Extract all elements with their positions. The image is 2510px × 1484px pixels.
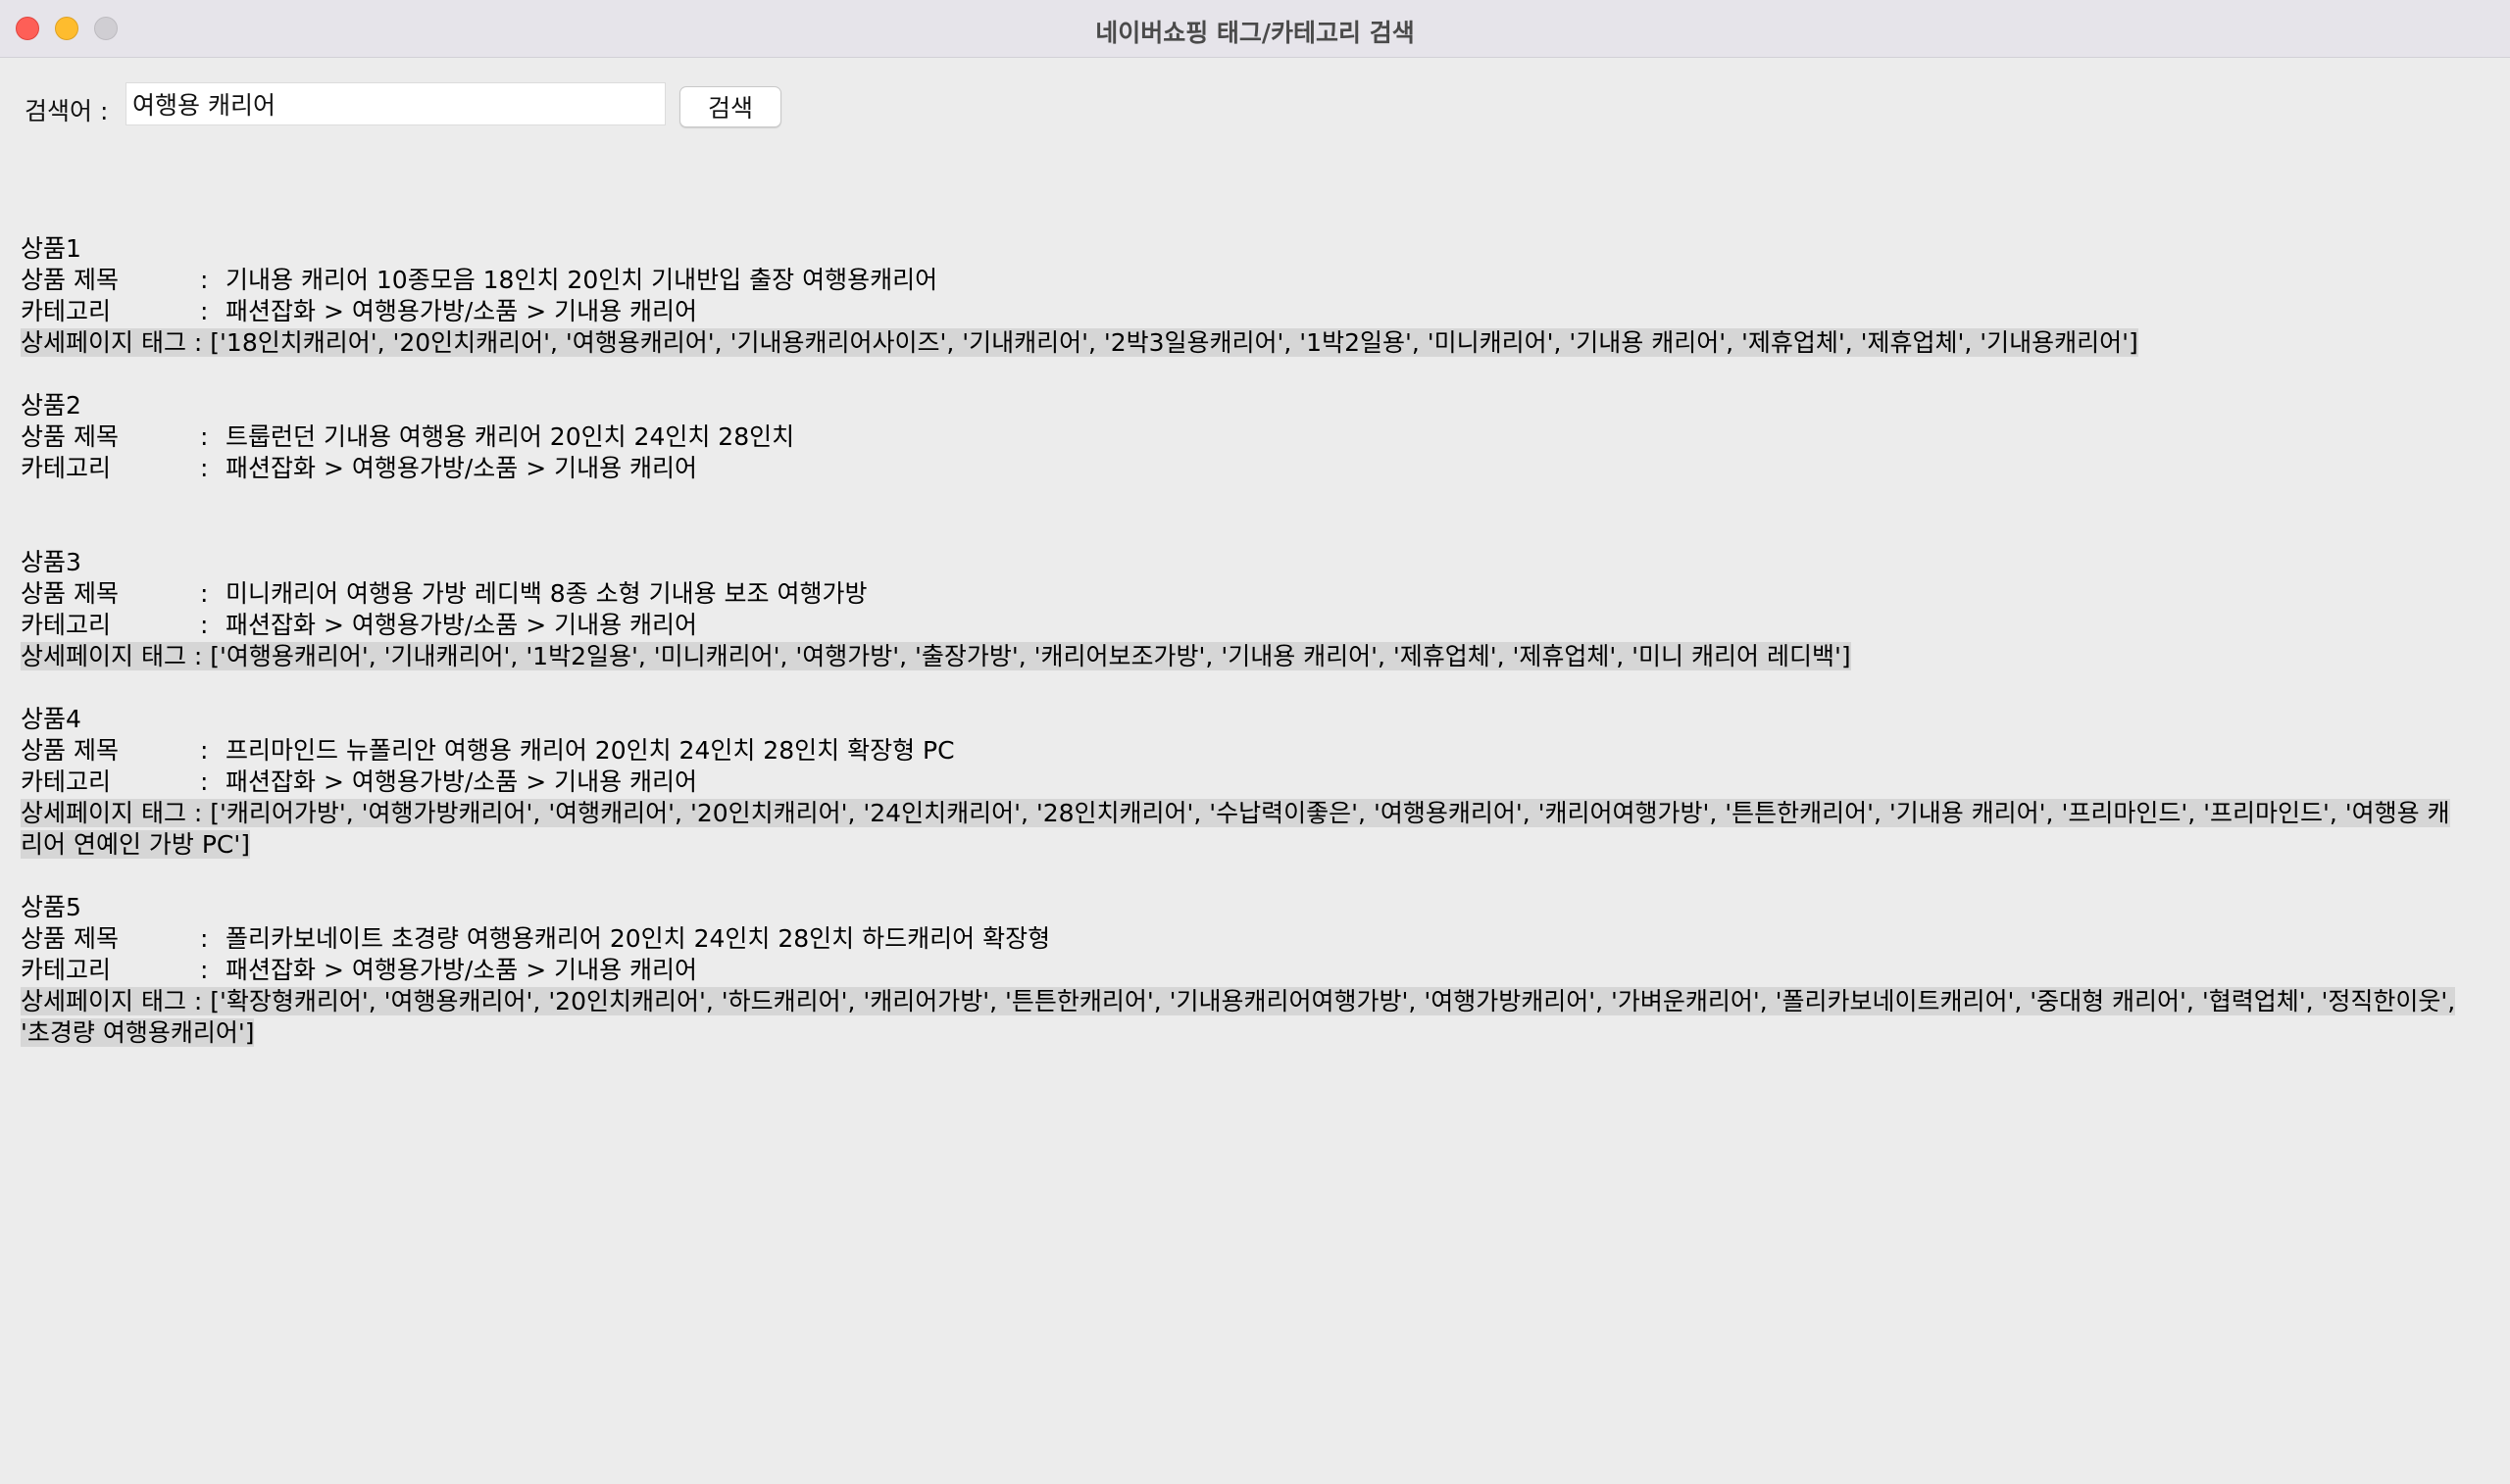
category-label: 카테고리	[21, 767, 112, 796]
product-heading: 상품1	[21, 234, 81, 263]
product-title: 기내용 캐리어 10종모음 18인치 20인치 기내반입 출장 여행용캐리어	[226, 266, 938, 294]
category-label: 카테고리	[21, 611, 112, 639]
product-title-row: 상품 제목 : 프리마인드 뉴폴리안 여행용 캐리어 20인치 24인치 28인…	[21, 735, 2472, 767]
product-tags-row: 상세페이지 태그 : ['여행용캐리어', '기내캐리어', '1박2일용', …	[21, 641, 2472, 672]
tags-label: 상세페이지 태그 :	[21, 328, 203, 357]
product-tags: ['확장형캐리어', '여행용캐리어', '20인치캐리어', '하드캐리어',…	[21, 987, 2456, 1047]
product-category: 패션잡화 > 여행용가방/소품 > 기내용 캐리어	[226, 767, 698, 796]
product-tags-row: 상세페이지 태그 : ['캐리어가방', '여행가방캐리어', '여행캐리어',…	[21, 798, 2472, 861]
product-1: 상품1 상품 제목 : 기내용 캐리어 10종모음 18인치 20인치 기내반입…	[21, 233, 2472, 359]
separator: :	[200, 736, 209, 765]
category-label: 카테고리	[21, 454, 112, 482]
product-category-row: 카테고리 : 패션잡화 > 여행용가방/소품 > 기내용 캐리어	[21, 296, 2472, 327]
title-label: 상품 제목	[21, 422, 119, 451]
product-4: 상품4 상품 제목 : 프리마인드 뉴폴리안 여행용 캐리어 20인치 24인치…	[21, 704, 2472, 861]
product-5: 상품5 상품 제목 : 폴리카보네이트 초경량 여행용캐리어 20인치 24인치…	[21, 892, 2472, 1049]
title-label: 상품 제목	[21, 924, 119, 953]
product-heading: 상품4	[21, 705, 81, 733]
separator: :	[200, 266, 209, 294]
separator: :	[200, 422, 209, 451]
search-label: 검색어 :	[25, 97, 109, 125]
product-2: 상품2 상품 제목 : 트룹런던 기내용 여행용 캐리어 20인치 24인치 2…	[21, 390, 2472, 516]
search-button[interactable]: 검색	[679, 86, 781, 127]
separator: :	[200, 579, 209, 608]
product-category: 패션잡화 > 여행용가방/소품 > 기내용 캐리어	[226, 454, 698, 482]
separator: :	[200, 767, 209, 796]
product-category: 패션잡화 > 여행용가방/소품 > 기내용 캐리어	[226, 611, 698, 639]
product-tags: ['여행용캐리어', '기내캐리어', '1박2일용', '미니캐리어', '여…	[210, 642, 1851, 670]
product-tags: ['18인치캐리어', '20인치캐리어', '여행용캐리어', '기내용캐리어…	[210, 328, 2138, 357]
product-category-row: 카테고리 : 패션잡화 > 여행용가방/소품 > 기내용 캐리어	[21, 453, 2472, 484]
results-area: 상품1 상품 제목 : 기내용 캐리어 10종모음 18인치 20인치 기내반입…	[21, 233, 2472, 1049]
product-title: 미니캐리어 여행용 가방 레디백 8종 소형 기내용 보조 여행가방	[226, 579, 868, 608]
category-label: 카테고리	[21, 956, 112, 984]
window-title: 네이버쇼핑 태그/카테고리 검색	[1095, 19, 1415, 47]
tags-label: 상세페이지 태그 :	[21, 642, 203, 670]
title-label: 상품 제목	[21, 736, 119, 765]
empty-tags-row	[21, 484, 2472, 516]
product-title-row: 상품 제목 : 트룹런던 기내용 여행용 캐리어 20인치 24인치 28인치	[21, 421, 2472, 453]
tags-label: 상세페이지 태그 :	[21, 987, 203, 1015]
separator: :	[200, 956, 209, 984]
title-label: 상품 제목	[21, 579, 119, 608]
product-category-row: 카테고리 : 패션잡화 > 여행용가방/소품 > 기내용 캐리어	[21, 767, 2472, 798]
app-window: 네이버쇼핑 태그/카테고리 검색 검색어 : 검색 상품1 상품 제목 : 기내…	[0, 0, 2510, 1484]
product-category: 패션잡화 > 여행용가방/소품 > 기내용 캐리어	[226, 297, 698, 325]
product-category-row: 카테고리 : 패션잡화 > 여행용가방/소품 > 기내용 캐리어	[21, 610, 2472, 641]
product-heading: 상품3	[21, 548, 81, 576]
tags-label: 상세페이지 태그 :	[21, 799, 203, 827]
product-title-row: 상품 제목 : 기내용 캐리어 10종모음 18인치 20인치 기내반입 출장 …	[21, 265, 2472, 296]
product-title: 폴리카보네이트 초경량 여행용캐리어 20인치 24인치 28인치 하드캐리어 …	[226, 924, 1051, 953]
product-title: 프리마인드 뉴폴리안 여행용 캐리어 20인치 24인치 28인치 확장형 PC	[226, 736, 955, 765]
category-label: 카테고리	[21, 297, 112, 325]
title-label: 상품 제목	[21, 266, 119, 294]
product-heading: 상품2	[21, 391, 81, 420]
product-3: 상품3 상품 제목 : 미니캐리어 여행용 가방 레디백 8종 소형 기내용 보…	[21, 547, 2472, 672]
separator: :	[200, 611, 209, 639]
separator: :	[200, 924, 209, 953]
separator: :	[200, 297, 209, 325]
product-title: 트룹런던 기내용 여행용 캐리어 20인치 24인치 28인치	[226, 422, 795, 451]
product-title-row: 상품 제목 : 폴리카보네이트 초경량 여행용캐리어 20인치 24인치 28인…	[21, 923, 2472, 955]
product-category-row: 카테고리 : 패션잡화 > 여행용가방/소품 > 기내용 캐리어	[21, 955, 2472, 986]
product-heading: 상품5	[21, 893, 81, 921]
product-tags-row: 상세페이지 태그 : ['확장형캐리어', '여행용캐리어', '20인치캐리어…	[21, 986, 2472, 1049]
product-title-row: 상품 제목 : 미니캐리어 여행용 가방 레디백 8종 소형 기내용 보조 여행…	[21, 578, 2472, 610]
separator: :	[200, 454, 209, 482]
product-category: 패션잡화 > 여행용가방/소품 > 기내용 캐리어	[226, 956, 698, 984]
product-tags: ['캐리어가방', '여행가방캐리어', '여행캐리어', '20인치캐리어',…	[21, 799, 2450, 859]
search-input[interactable]	[126, 82, 666, 125]
title-bar: 네이버쇼핑 태그/카테고리 검색	[0, 0, 2510, 58]
product-tags-row: 상세페이지 태그 : ['18인치캐리어', '20인치캐리어', '여행용캐리…	[21, 327, 2472, 359]
